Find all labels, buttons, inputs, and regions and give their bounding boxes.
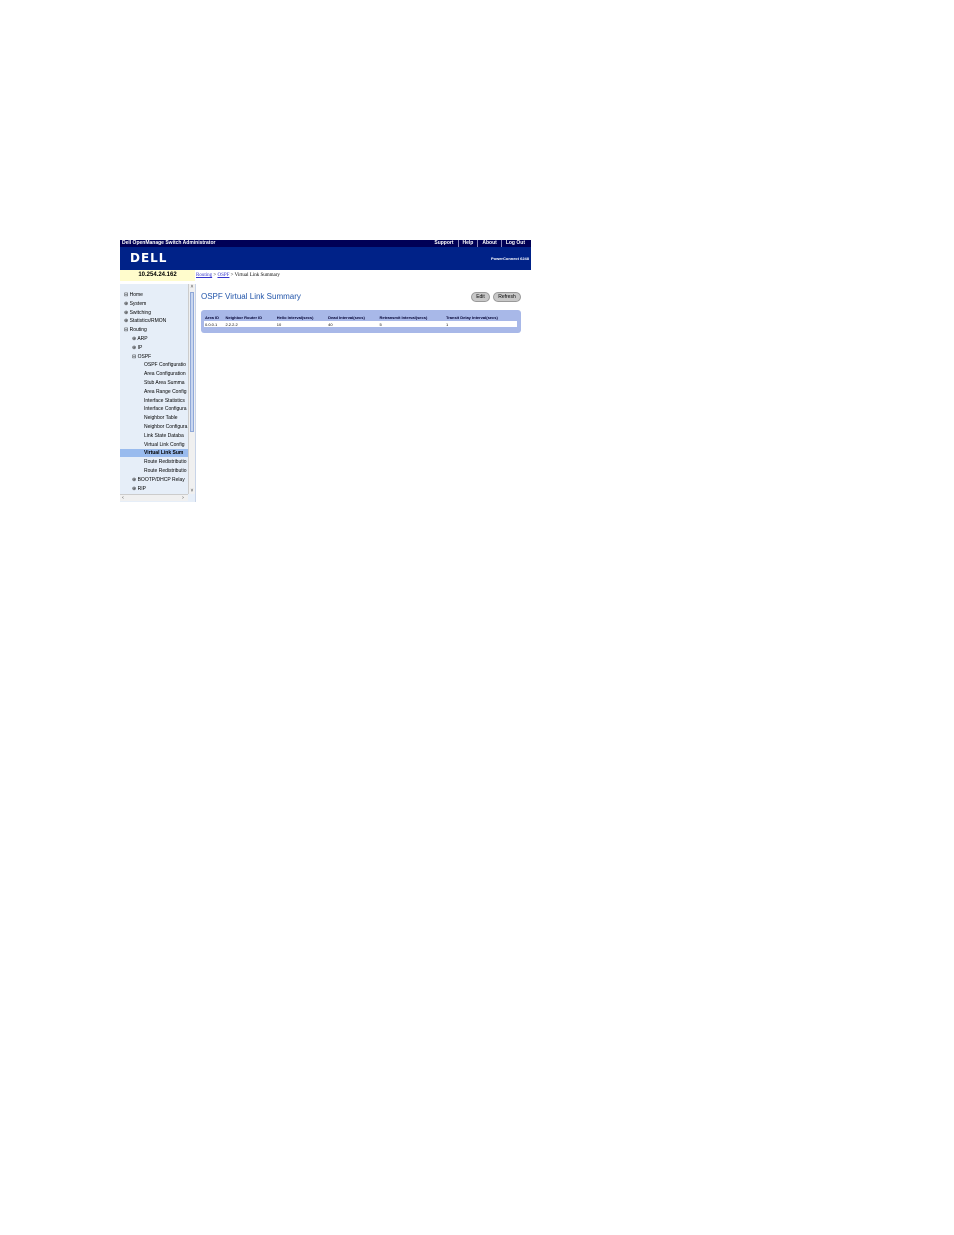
virtual-link-table: Area ID Neighbor Router ID Hello Interva…: [204, 314, 517, 327]
tree-item-label: Virtual Link Config: [144, 441, 185, 448]
breadcrumb-routing[interactable]: Routing: [196, 273, 212, 278]
tree-item-label: BOOTP/DHCP Relay: [137, 476, 185, 483]
breadcrumb-ospf[interactable]: OSPF: [217, 273, 229, 278]
col-hello-interval: Hello Interval(secs): [276, 315, 314, 320]
virtual-link-table-container: Area ID Neighbor Router ID Hello Interva…: [201, 310, 521, 333]
tree-item[interactable]: ⊕ BOOTP/DHCP Relay: [120, 476, 195, 484]
tree-item[interactable]: Virtual Link Config: [120, 441, 195, 449]
ip-address: 10.254.24.162: [120, 270, 195, 281]
tree-horizontal-scrollbar[interactable]: ‹ ›: [120, 494, 188, 501]
scroll-left-icon[interactable]: ‹: [120, 495, 126, 501]
tree-item-label: ARP: [137, 336, 148, 342]
top-bar: Dell OpenManage Switch Administrator Sup…: [120, 240, 531, 247]
tree-item-label: OSPF: [137, 353, 152, 360]
refresh-button[interactable]: Refresh: [493, 292, 521, 302]
tree-item[interactable]: OSPF Configuratio: [120, 361, 195, 369]
tree-item-label: OSPF Configuratio: [144, 362, 186, 369]
cell-transit-delay: 1: [445, 321, 517, 327]
help-link[interactable]: Help: [457, 240, 478, 247]
tree-item[interactable]: ⊕ RIP: [120, 485, 195, 493]
cell-hello-interval: 10: [275, 321, 328, 327]
tree-item-label: IP: [137, 344, 143, 351]
breadcrumb-separator: >: [213, 273, 217, 278]
tree-item-label: Interface Configura: [144, 406, 187, 413]
app-window: Dell OpenManage Switch Administrator Sup…: [120, 240, 531, 502]
tree-item[interactable]: ⊕ Switching: [120, 309, 193, 317]
tree-item[interactable]: Neighbor Configura: [120, 423, 195, 431]
tree-vertical-scrollbar[interactable]: ˄ ˅: [188, 284, 195, 494]
col-transit-delay: Transit Delay Interval(secs): [446, 315, 498, 320]
col-area-id: Area ID: [205, 315, 220, 320]
tree-item[interactable]: Area Range Config: [120, 388, 195, 396]
logout-link[interactable]: Log Out: [500, 240, 529, 247]
tree-item-label: Route Redistributio: [144, 468, 187, 474]
tree-item-label: System: [129, 300, 147, 307]
tree-item[interactable]: ⊕ Statistics/RMON: [120, 317, 193, 325]
tree-item-label: Home: [129, 292, 143, 298]
tree-item-label: Area Configuration: [144, 371, 186, 378]
cell-area-id: 0.0.0.1: [204, 321, 225, 327]
scroll-right-icon[interactable]: ›: [180, 495, 186, 501]
tree-item[interactable]: Link State Databa: [120, 432, 195, 440]
cell-dead-interval: 40: [327, 321, 379, 327]
tree-item-label: Interface Statistics: [144, 397, 185, 404]
tree-item-label: Virtual Link Sum: [144, 450, 184, 457]
about-link[interactable]: About: [477, 240, 500, 247]
app-title: Dell OpenManage Switch Administrator: [122, 240, 216, 246]
banner: DELL PowerConnect 6248: [120, 247, 531, 270]
tree-item-label: Stub Area Summa: [144, 380, 185, 386]
tree-item-label: Statistics/RMON: [129, 318, 167, 325]
tree-item[interactable]: Interface Configura: [120, 405, 195, 413]
dell-logo: DELL: [130, 251, 168, 265]
tree-item[interactable]: Virtual Link Sum: [120, 449, 195, 458]
scroll-up-icon[interactable]: ˄: [189, 284, 195, 290]
navigation-tree: ⊟ Home ⊕ System ⊕ Switching ⊕ Statistics/RM…: [120, 284, 196, 502]
tree-item-label: Neighbor Table: [144, 415, 178, 422]
tree-item[interactable]: ⊟ OSPF: [120, 353, 195, 361]
tree-item-label: Route Redistributio: [144, 459, 187, 466]
tree-item[interactable]: ⊕ IP: [120, 344, 195, 352]
tree-item-label: Link State Databa: [144, 432, 184, 439]
tree-item[interactable]: ⊟ Routing: [120, 326, 193, 334]
tree-item[interactable]: Stub Area Summa: [120, 379, 195, 387]
tree-item[interactable]: Area Configuration: [120, 370, 195, 378]
tree-item[interactable]: ⊕ ARP: [120, 335, 195, 343]
tree-item[interactable]: ⊕ System: [120, 300, 193, 308]
tree-item-label: Neighbor Configura: [144, 424, 188, 430]
page-title: OSPF Virtual Link Summary: [201, 292, 301, 301]
tree-item[interactable]: Route Redistributio: [120, 467, 195, 475]
tree-item-label: Area Range Config: [144, 388, 187, 395]
tree-item-label: RIP: [137, 485, 146, 492]
tree-item[interactable]: Neighbor Table: [120, 414, 195, 422]
tree-item[interactable]: Interface Statistics: [120, 397, 195, 405]
col-dead-interval: Dead Interval(secs): [328, 315, 365, 320]
breadcrumb: Routing > OSPF > Virtual Link Summary: [196, 270, 280, 281]
tree-item[interactable]: ⊟ Home: [120, 291, 193, 299]
table-header-row: Area ID Neighbor Router ID Hello Interva…: [204, 314, 517, 321]
scroll-down-icon[interactable]: ˅: [189, 488, 195, 494]
top-links: Support Help About Log Out: [430, 240, 529, 247]
col-neighbor-router-id: Neighbor Router ID: [225, 315, 263, 320]
support-link[interactable]: Support: [430, 240, 457, 247]
model-label: PowerConnect 6248: [490, 256, 529, 261]
scroll-thumb[interactable]: [190, 292, 194, 432]
table-row[interactable]: 0.0.0.1 2.2.2.2 10 40 5 1: [204, 321, 517, 327]
tree-item-label: Switching: [129, 309, 151, 316]
cell-neighbor-router-id: 2.2.2.2: [224, 321, 276, 327]
tree-item-label: Routing: [129, 327, 147, 334]
breadcrumb-current: Virtual Link Summary: [234, 273, 280, 278]
tree-item[interactable]: Route Redistributio: [120, 458, 195, 466]
cell-retransmit-interval: 5: [378, 321, 445, 327]
edit-button[interactable]: Edit: [471, 292, 490, 302]
col-retransmit-interval: Retransmit Interval(secs): [379, 315, 428, 320]
breadcrumb-separator: >: [230, 273, 234, 278]
